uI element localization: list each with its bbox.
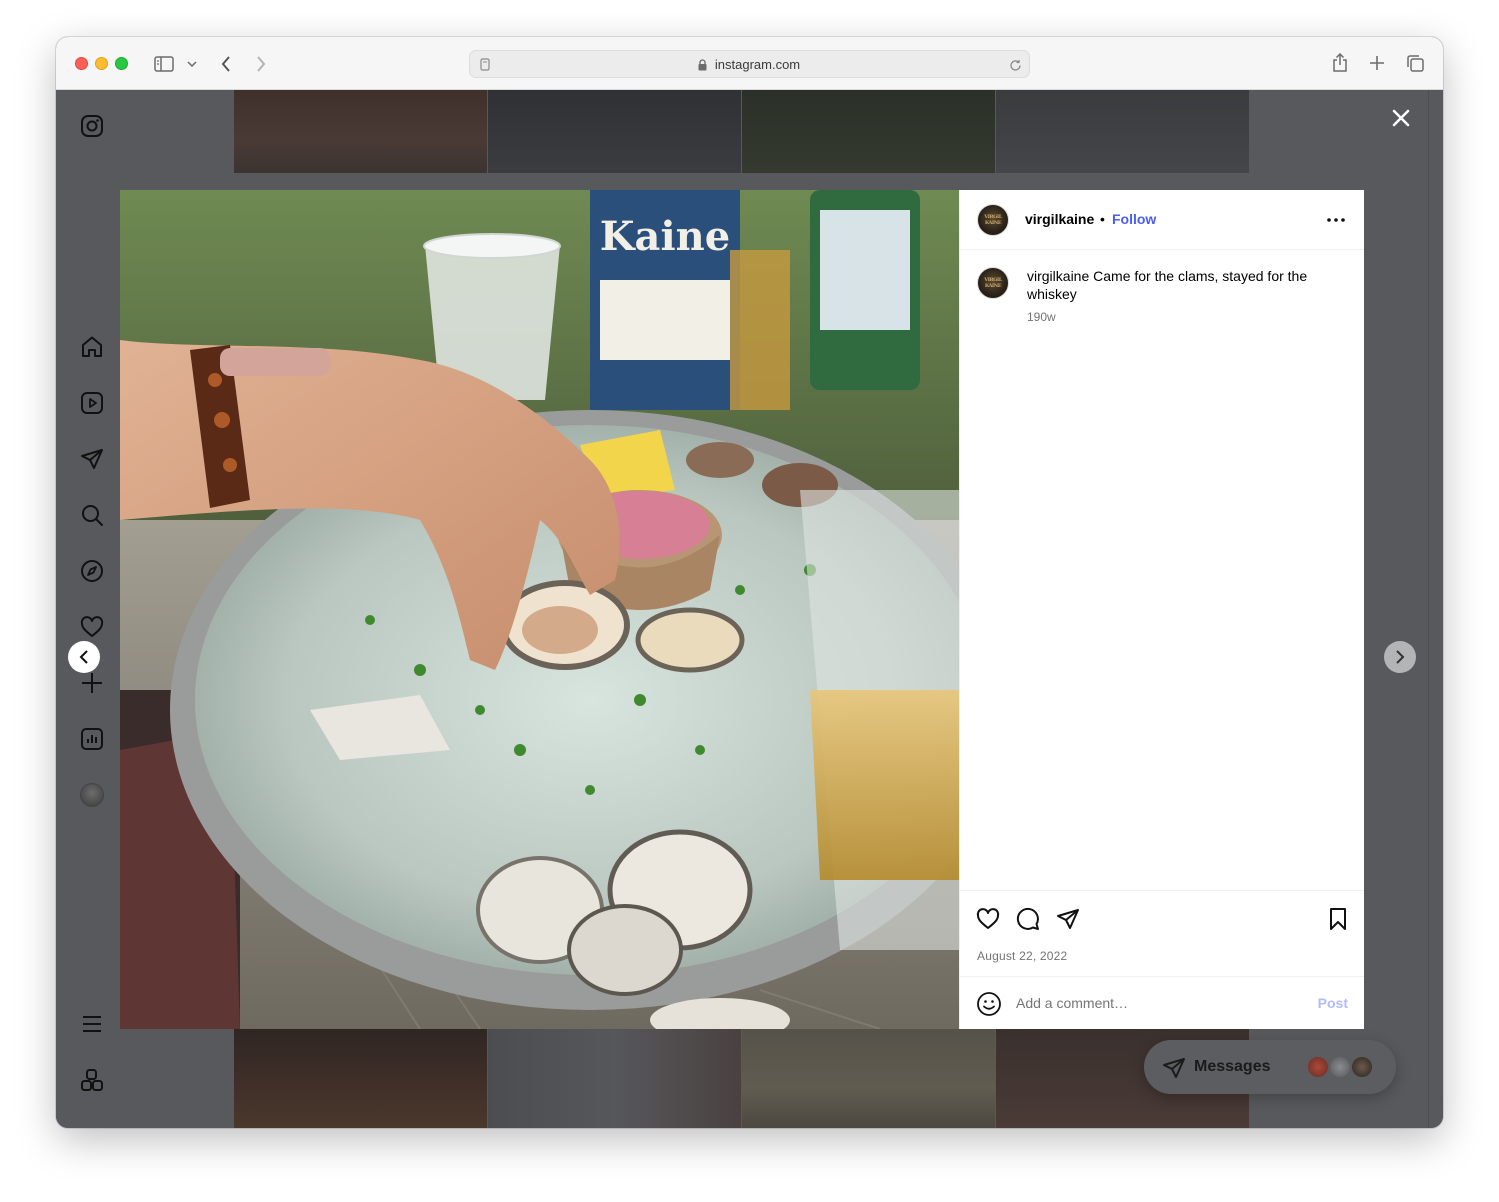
like-heart-icon[interactable] — [975, 906, 1001, 932]
author-username[interactable]: virgilkaine — [1025, 211, 1094, 227]
compass-icon[interactable] — [78, 557, 106, 585]
caption-username[interactable]: virgilkaine — [1027, 268, 1089, 284]
address-bar[interactable]: instagram.com — [469, 50, 1030, 78]
home-icon[interactable] — [78, 333, 106, 361]
tab-overview-icon[interactable] — [1404, 52, 1426, 74]
avatar[interactable] — [78, 781, 106, 809]
messages-label: Messages — [1194, 1058, 1271, 1075]
reload-icon[interactable] — [1007, 57, 1023, 73]
comment-bubble-icon[interactable] — [1015, 906, 1041, 932]
post-header: VIRGIL KAINE virgilkaine • Follow — [960, 190, 1364, 250]
apps-icon[interactable] — [78, 1066, 106, 1094]
post-actions: August 22, 2022 — [960, 890, 1364, 976]
post-date[interactable]: August 22, 2022 — [977, 949, 1067, 963]
next-post-button[interactable] — [1384, 641, 1416, 673]
messages-button[interactable]: Messages — [1144, 1040, 1396, 1094]
grid-post-tile[interactable] — [742, 1029, 995, 1128]
forward-icon[interactable] — [251, 53, 271, 75]
comment-bar: Post — [960, 976, 1364, 1029]
paper-plane-icon[interactable] — [78, 445, 106, 473]
url-text: instagram.com — [714, 57, 801, 72]
message-avatar — [1350, 1055, 1374, 1079]
maximize-window-button[interactable] — [115, 57, 128, 70]
reels-icon[interactable] — [78, 389, 106, 417]
instagram-icon[interactable] — [78, 112, 106, 140]
grid-post-tile[interactable] — [996, 90, 1249, 173]
new-tab-icon[interactable] — [1367, 53, 1387, 73]
separator-dot: • — [1100, 211, 1105, 227]
more-options-icon[interactable] — [1324, 208, 1348, 232]
plus-icon[interactable] — [78, 669, 106, 697]
post-comment-button[interactable]: Post — [1318, 995, 1348, 1011]
paper-plane-icon — [1162, 1056, 1186, 1080]
page-scrollbar[interactable] — [1428, 90, 1443, 1128]
bar-chart-icon[interactable] — [78, 725, 106, 753]
sidebar-toggle-icon[interactable] — [152, 53, 176, 75]
browser-toolbar: instagram.com — [56, 37, 1443, 90]
post-caption: virgilkaine Came for the clams, stayed f… — [1027, 267, 1347, 303]
grid-post-tile[interactable] — [488, 1029, 741, 1128]
share-plane-icon[interactable] — [1055, 906, 1081, 932]
instagram-sidebar — [56, 90, 128, 1128]
message-avatar — [1328, 1055, 1352, 1079]
avatar-monogram: VIRGIL KAINE — [984, 214, 1002, 226]
back-icon[interactable] — [216, 53, 236, 75]
browser-window: instagram.com Kaine VIRGIL KAINE virgilk… — [56, 37, 1443, 1128]
heart-icon[interactable] — [78, 613, 106, 641]
avatar-monogram: VIRGIL KAINE — [984, 277, 1002, 289]
chevron-left-icon — [79, 650, 88, 664]
minimize-window-button[interactable] — [95, 57, 108, 70]
post-modal: Kaine VIRGIL KAINE virgilkaine • Follow … — [120, 190, 1364, 1029]
chevron-right-icon — [1396, 650, 1405, 664]
share-icon[interactable] — [1330, 52, 1350, 74]
close-icon[interactable] — [1389, 106, 1413, 130]
author-avatar[interactable]: VIRGIL KAINE — [977, 204, 1009, 236]
grid-post-tile[interactable] — [742, 90, 995, 173]
grid-post-tile[interactable] — [488, 90, 741, 173]
close-window-button[interactable] — [75, 57, 88, 70]
caption-avatar[interactable]: VIRGIL KAINE — [977, 267, 1009, 299]
instagram-page: Kaine VIRGIL KAINE virgilkaine • Follow … — [56, 90, 1428, 1128]
comment-input[interactable] — [1016, 995, 1296, 1011]
message-avatar — [1306, 1055, 1330, 1079]
grid-post-tile[interactable] — [234, 1029, 487, 1128]
previous-post-button[interactable] — [68, 641, 100, 673]
post-details-panel: VIRGIL KAINE virgilkaine • Follow VIRGIL… — [959, 190, 1364, 1029]
search-icon[interactable] — [78, 501, 106, 529]
bookmark-icon[interactable] — [1325, 906, 1351, 932]
emoji-icon[interactable] — [976, 991, 1002, 1017]
follow-button[interactable]: Follow — [1112, 211, 1156, 227]
chevron-down-icon[interactable] — [185, 57, 199, 71]
grid-post-tile[interactable] — [234, 90, 487, 173]
post-photo[interactable]: Kaine — [120, 190, 959, 1029]
caption-age[interactable]: 190w — [1027, 310, 1056, 324]
hamburger-icon[interactable] — [78, 1010, 106, 1038]
svg-text:Kaine: Kaine — [600, 213, 730, 260]
